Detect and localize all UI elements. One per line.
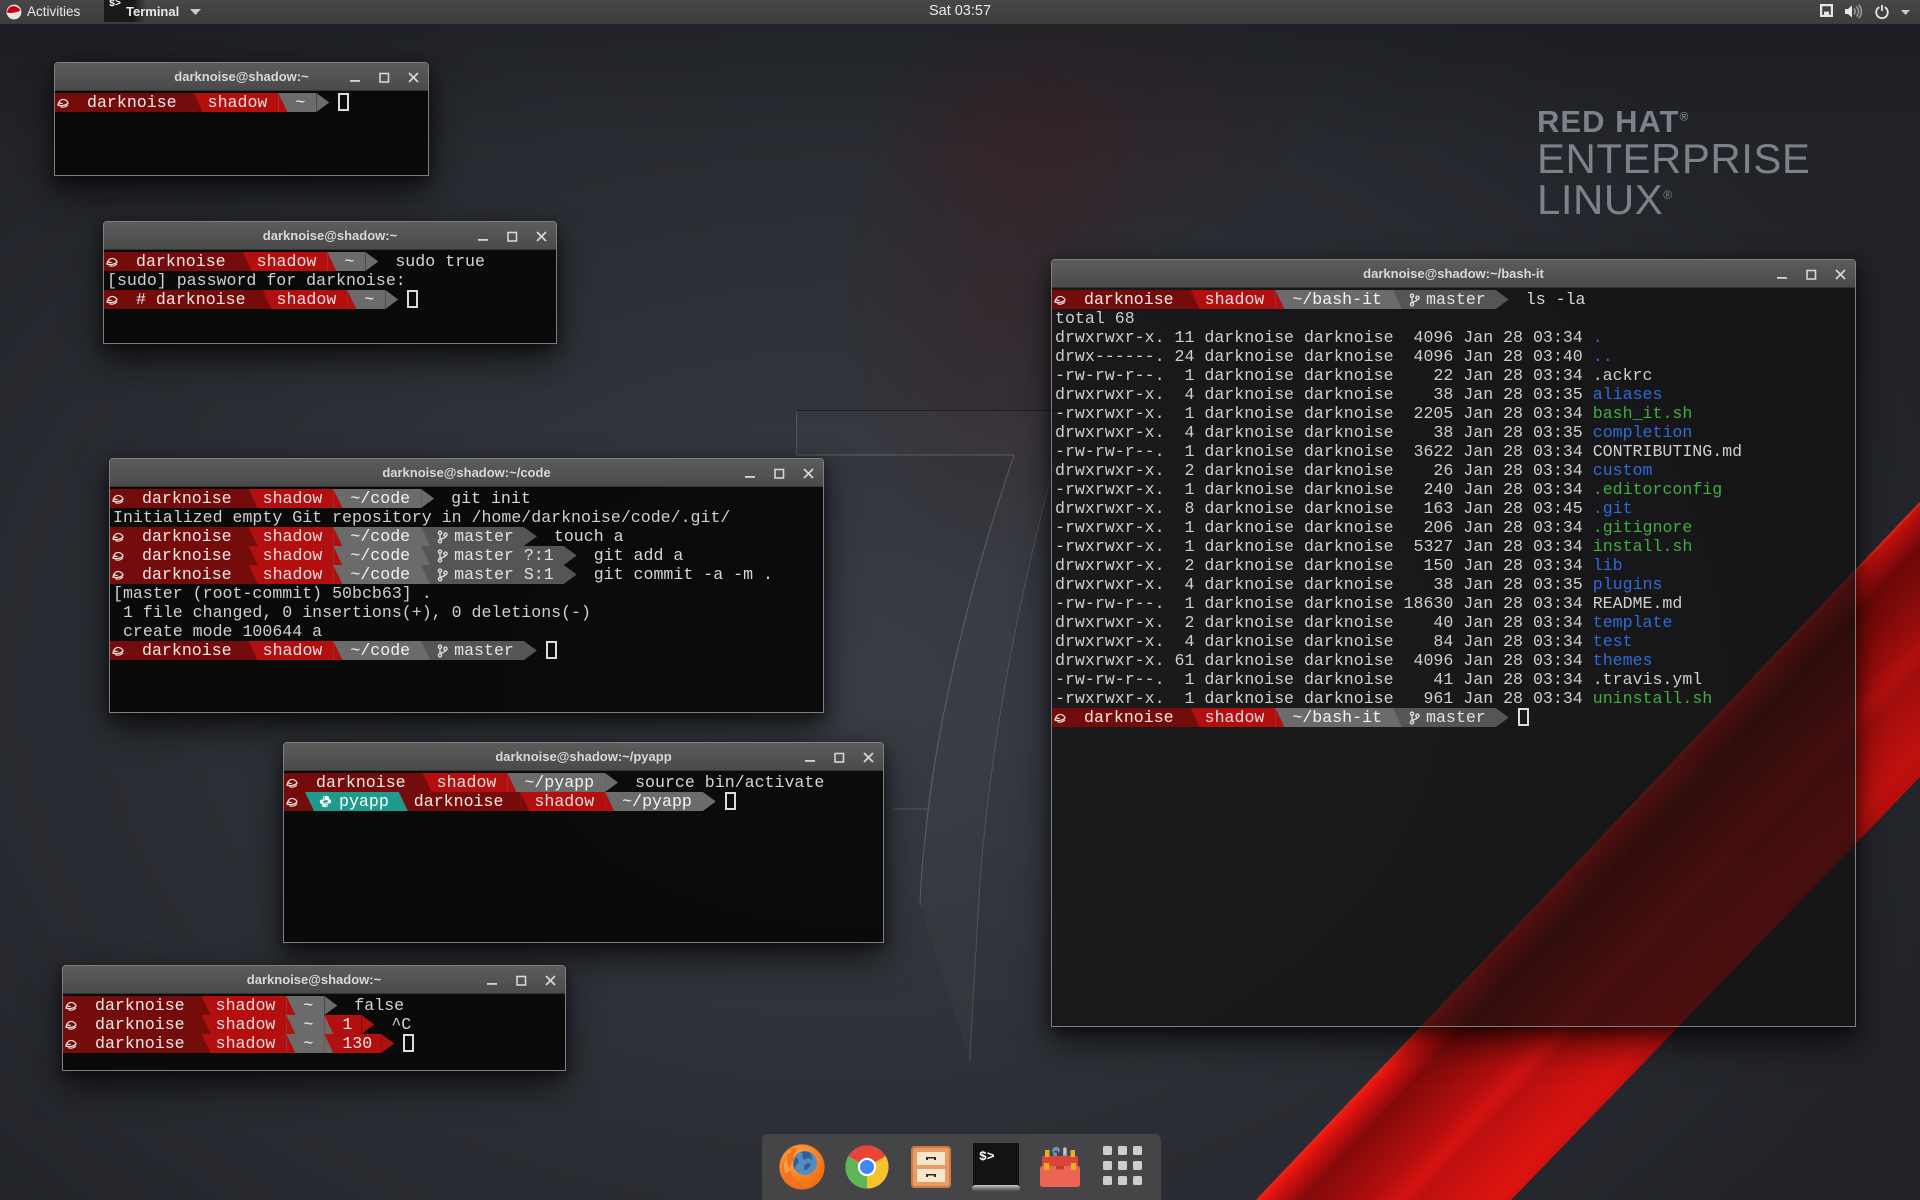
- svg-text:$>: $>: [979, 1149, 995, 1164]
